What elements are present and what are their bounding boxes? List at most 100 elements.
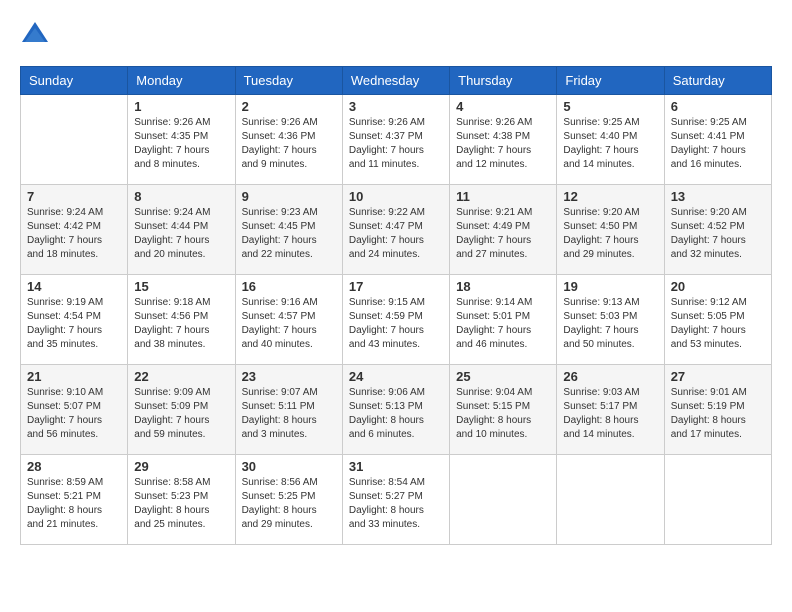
day-number: 30: [242, 459, 336, 474]
calendar-day-cell: [664, 455, 771, 545]
day-number: 6: [671, 99, 765, 114]
calendar-day-cell: 30 Sunrise: 8:56 AMSunset: 5:25 PMDayligh…: [235, 455, 342, 545]
day-number: 14: [27, 279, 121, 294]
calendar-header-row: SundayMondayTuesdayWednesdayThursdayFrid…: [21, 67, 772, 95]
calendar-day-cell: [21, 95, 128, 185]
calendar-week-row: 28 Sunrise: 8:59 AMSunset: 5:21 PMDayligh…: [21, 455, 772, 545]
day-number: 20: [671, 279, 765, 294]
day-of-week-header: Thursday: [450, 67, 557, 95]
day-number: 3: [349, 99, 443, 114]
day-number: 8: [134, 189, 228, 204]
page-header: [20, 20, 772, 50]
day-info: Sunrise: 9:19 AMSunset: 4:54 PMDaylight:…: [27, 296, 121, 352]
calendar-day-cell: 28 Sunrise: 8:59 AMSunset: 5:21 PMDayligh…: [21, 455, 128, 545]
day-info: Sunrise: 9:25 AMSunset: 4:40 PMDaylight:…: [563, 116, 657, 172]
day-number: 1: [134, 99, 228, 114]
calendar-day-cell: 19 Sunrise: 9:13 AMSunset: 5:03 PMDayligh…: [557, 275, 664, 365]
day-info: Sunrise: 9:15 AMSunset: 4:59 PMDaylight:…: [349, 296, 443, 352]
day-number: 31: [349, 459, 443, 474]
day-info: Sunrise: 9:20 AMSunset: 4:52 PMDaylight:…: [671, 206, 765, 262]
calendar-week-row: 7Sunrise: 9:24 AMSunset: 4:42 PMDaylight…: [21, 185, 772, 275]
day-number: 16: [242, 279, 336, 294]
day-info: Sunrise: 8:56 AMSunset: 5:25 PMDaylight:…: [242, 476, 336, 532]
calendar-day-cell: 8 Sunrise: 9:24 AMSunset: 4:44 PMDaylight…: [128, 185, 235, 275]
day-info: Sunrise: 9:04 AMSunset: 5:15 PMDaylight:…: [456, 386, 550, 442]
calendar-week-row: 1 Sunrise: 9:26 AMSunset: 4:35 PMDaylight…: [21, 95, 772, 185]
day-of-week-header: Saturday: [664, 67, 771, 95]
day-number: 29: [134, 459, 228, 474]
day-info: Sunrise: 9:01 AMSunset: 5:19 PMDaylight:…: [671, 386, 765, 442]
calendar-day-cell: 22 Sunrise: 9:09 AMSunset: 5:09 PMDayligh…: [128, 365, 235, 455]
calendar-day-cell: 18Sunrise: 9:14 AMSunset: 5:01 PMDayligh…: [450, 275, 557, 365]
calendar-day-cell: 29 Sunrise: 8:58 AMSunset: 5:23 PMDayligh…: [128, 455, 235, 545]
day-info: Sunrise: 9:18 AMSunset: 4:56 PMDaylight:…: [134, 296, 228, 352]
calendar-day-cell: 3 Sunrise: 9:26 AMSunset: 4:37 PMDaylight…: [342, 95, 449, 185]
calendar-day-cell: 27 Sunrise: 9:01 AMSunset: 5:19 PMDayligh…: [664, 365, 771, 455]
day-number: 28: [27, 459, 121, 474]
calendar-day-cell: 23 Sunrise: 9:07 AMSunset: 5:11 PMDayligh…: [235, 365, 342, 455]
calendar-day-cell: 24 Sunrise: 9:06 AMSunset: 5:13 PMDayligh…: [342, 365, 449, 455]
calendar-day-cell: 9Sunrise: 9:23 AMSunset: 4:45 PMDaylight…: [235, 185, 342, 275]
day-info: Sunrise: 9:26 AMSunset: 4:35 PMDaylight:…: [134, 116, 228, 172]
day-info: Sunrise: 9:03 AMSunset: 5:17 PMDaylight:…: [563, 386, 657, 442]
day-number: 26: [563, 369, 657, 384]
day-info: Sunrise: 9:26 AMSunset: 4:37 PMDaylight:…: [349, 116, 443, 172]
calendar-day-cell: [450, 455, 557, 545]
day-info: Sunrise: 9:21 AMSunset: 4:49 PMDaylight:…: [456, 206, 550, 262]
day-info: Sunrise: 9:20 AMSunset: 4:50 PMDaylight:…: [563, 206, 657, 262]
calendar-day-cell: 7Sunrise: 9:24 AMSunset: 4:42 PMDaylight…: [21, 185, 128, 275]
day-info: Sunrise: 9:12 AMSunset: 5:05 PMDaylight:…: [671, 296, 765, 352]
calendar-day-cell: 25 Sunrise: 9:04 AMSunset: 5:15 PMDayligh…: [450, 365, 557, 455]
day-info: Sunrise: 9:09 AMSunset: 5:09 PMDaylight:…: [134, 386, 228, 442]
calendar-day-cell: 16 Sunrise: 9:16 AMSunset: 4:57 PMDayligh…: [235, 275, 342, 365]
day-number: 5: [563, 99, 657, 114]
day-info: Sunrise: 9:07 AMSunset: 5:11 PMDaylight:…: [242, 386, 336, 442]
calendar-day-cell: 15Sunrise: 9:18 AMSunset: 4:56 PMDayligh…: [128, 275, 235, 365]
day-info: Sunrise: 9:24 AMSunset: 4:42 PMDaylight:…: [27, 206, 121, 262]
day-number: 23: [242, 369, 336, 384]
day-number: 21: [27, 369, 121, 384]
day-number: 25: [456, 369, 550, 384]
day-info: Sunrise: 9:06 AMSunset: 5:13 PMDaylight:…: [349, 386, 443, 442]
day-info: Sunrise: 9:24 AMSunset: 4:44 PMDaylight:…: [134, 206, 228, 262]
day-number: 22: [134, 369, 228, 384]
day-of-week-header: Monday: [128, 67, 235, 95]
calendar-day-cell: 2 Sunrise: 9:26 AMSunset: 4:36 PMDaylight…: [235, 95, 342, 185]
day-info: Sunrise: 9:13 AMSunset: 5:03 PMDaylight:…: [563, 296, 657, 352]
day-number: 12: [563, 189, 657, 204]
calendar-day-cell: 13Sunrise: 9:20 AMSunset: 4:52 PMDayligh…: [664, 185, 771, 275]
calendar-day-cell: 5 Sunrise: 9:25 AMSunset: 4:40 PMDaylight…: [557, 95, 664, 185]
day-of-week-header: Wednesday: [342, 67, 449, 95]
day-number: 24: [349, 369, 443, 384]
day-info: Sunrise: 9:16 AMSunset: 4:57 PMDaylight:…: [242, 296, 336, 352]
day-of-week-header: Tuesday: [235, 67, 342, 95]
day-info: Sunrise: 9:25 AMSunset: 4:41 PMDaylight:…: [671, 116, 765, 172]
calendar-day-cell: 1 Sunrise: 9:26 AMSunset: 4:35 PMDaylight…: [128, 95, 235, 185]
day-info: Sunrise: 8:58 AMSunset: 5:23 PMDaylight:…: [134, 476, 228, 532]
day-number: 2: [242, 99, 336, 114]
day-info: Sunrise: 9:14 AMSunset: 5:01 PMDaylight:…: [456, 296, 550, 352]
day-info: Sunrise: 8:59 AMSunset: 5:21 PMDaylight:…: [27, 476, 121, 532]
day-of-week-header: Sunday: [21, 67, 128, 95]
day-info: Sunrise: 9:22 AMSunset: 4:47 PMDaylight:…: [349, 206, 443, 262]
day-number: 27: [671, 369, 765, 384]
calendar-week-row: 21Sunrise: 9:10 AMSunset: 5:07 PMDayligh…: [21, 365, 772, 455]
day-info: Sunrise: 9:26 AMSunset: 4:36 PMDaylight:…: [242, 116, 336, 172]
day-number: 17: [349, 279, 443, 294]
day-number: 19: [563, 279, 657, 294]
calendar-table: SundayMondayTuesdayWednesdayThursdayFrid…: [20, 66, 772, 545]
calendar-day-cell: 6 Sunrise: 9:25 AMSunset: 4:41 PMDaylight…: [664, 95, 771, 185]
day-number: 9: [242, 189, 336, 204]
calendar-day-cell: 4Sunrise: 9:26 AMSunset: 4:38 PMDaylight…: [450, 95, 557, 185]
logo: [20, 20, 56, 50]
day-number: 4: [456, 99, 550, 114]
logo-icon: [20, 20, 50, 50]
calendar-day-cell: 21Sunrise: 9:10 AMSunset: 5:07 PMDayligh…: [21, 365, 128, 455]
day-number: 10: [349, 189, 443, 204]
day-of-week-header: Friday: [557, 67, 664, 95]
calendar-day-cell: 20 Sunrise: 9:12 AMSunset: 5:05 PMDayligh…: [664, 275, 771, 365]
calendar-day-cell: 10 Sunrise: 9:22 AMSunset: 4:47 PMDayligh…: [342, 185, 449, 275]
calendar-week-row: 14 Sunrise: 9:19 AMSunset: 4:54 PMDayligh…: [21, 275, 772, 365]
calendar-day-cell: 17 Sunrise: 9:15 AMSunset: 4:59 PMDayligh…: [342, 275, 449, 365]
calendar-day-cell: 31Sunrise: 8:54 AMSunset: 5:27 PMDayligh…: [342, 455, 449, 545]
